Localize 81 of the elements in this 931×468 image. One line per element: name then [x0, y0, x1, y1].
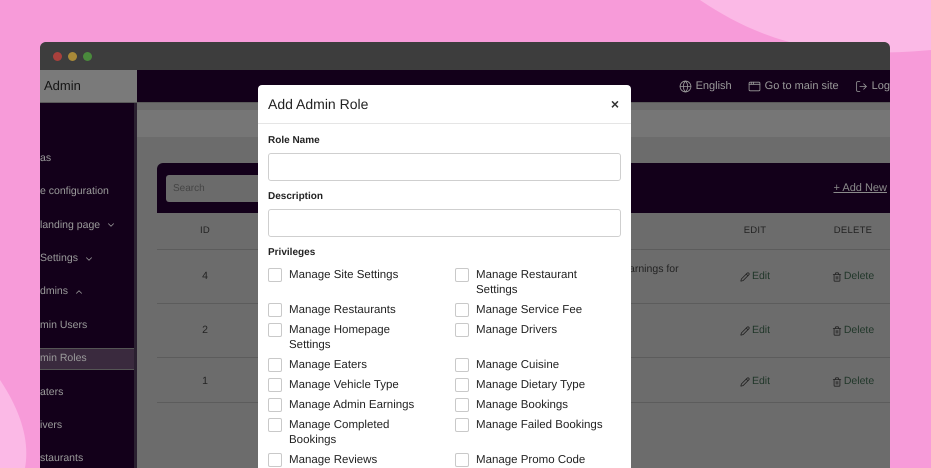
checkbox[interactable] — [455, 453, 469, 467]
checkbox[interactable] — [268, 453, 282, 467]
brand-name[interactable]: Admin — [44, 76, 81, 96]
sidebar-label: dmins — [40, 284, 68, 300]
sidebar-label: aters — [40, 384, 64, 400]
checkbox[interactable] — [455, 398, 469, 412]
checkbox[interactable] — [455, 268, 469, 282]
table-cell-text: 4 — [201, 268, 209, 284]
sidebar-item[interactable]: staurants — [40, 448, 134, 468]
privilege-checkbox[interactable]: Manage Drivers — [455, 323, 621, 353]
column-header: EDIT — [742, 224, 768, 238]
privilege-checkbox[interactable]: Manage Reviews — [268, 453, 455, 468]
checkbox[interactable] — [268, 398, 282, 412]
sidebar-item[interactable]: dmins — [40, 282, 134, 303]
input-field[interactable] — [268, 153, 621, 181]
checkbox[interactable] — [268, 323, 282, 337]
checkbox[interactable] — [268, 268, 282, 282]
privilege-checkbox[interactable]: Manage Restaurant Settings — [455, 268, 621, 298]
field-label: Role Name — [268, 134, 321, 148]
table-cell-text: 1 — [201, 374, 209, 389]
sidebar-item[interactable]: as — [40, 148, 134, 170]
sidebar-item[interactable]: aters — [40, 382, 134, 404]
logout-icon — [854, 80, 868, 92]
sidebar-label: min Roles — [40, 351, 87, 366]
checkbox[interactable] — [455, 323, 469, 337]
privilege-checkbox[interactable]: Manage Vehicle Type — [268, 378, 455, 393]
privilege-checkbox[interactable]: Manage Bookings — [455, 398, 621, 413]
trash-icon — [832, 376, 842, 387]
modal-title: Add Admin Role — [268, 94, 368, 114]
header-link[interactable]: English — [678, 78, 732, 94]
window-icon — [748, 80, 761, 92]
privilege-checkbox[interactable]: Manage Service Fee — [455, 303, 621, 318]
globe-icon — [678, 80, 692, 92]
sidebar-item[interactable]: Settings — [40, 248, 134, 270]
sidebar-item[interactable]: min Users — [40, 314, 134, 336]
checkbox[interactable] — [455, 303, 469, 317]
close-window-icon[interactable] — [53, 52, 62, 60]
maximize-window-icon[interactable] — [83, 52, 92, 60]
privilege-checkbox[interactable]: Manage Failed Bookings — [455, 418, 621, 448]
privilege-checkbox[interactable]: Manage Promo Code — [455, 453, 621, 468]
sidebar-label: min Users — [40, 318, 88, 333]
sidebar-item[interactable]: landing page — [40, 214, 134, 236]
privilege-checkbox[interactable]: Manage Restaurants — [268, 303, 455, 318]
checkbox[interactable] — [268, 418, 282, 432]
checkbox[interactable] — [455, 358, 469, 372]
checkbox[interactable] — [268, 303, 282, 317]
header-link[interactable]: Go to main site — [748, 78, 839, 94]
sidebar-item[interactable]: ivers — [40, 415, 134, 437]
add-new-link[interactable]: + Add New — [833, 180, 887, 196]
privilege-checkbox[interactable]: Manage Homepage Settings — [268, 323, 455, 353]
close-button[interactable]: × — [608, 94, 621, 114]
table-cell-text: 2 — [201, 322, 209, 338]
privileges-label: Privileges — [268, 246, 316, 260]
sidebar-item[interactable]: min Roles — [40, 348, 134, 370]
header-link[interactable]: Log — [854, 78, 890, 94]
checkbox[interactable] — [455, 418, 469, 432]
sidebar-label: landing page — [40, 218, 100, 233]
privilege-checkbox[interactable]: Manage Cuisine — [455, 358, 621, 373]
trash-icon — [832, 272, 842, 282]
sidebar-label: ivers — [40, 418, 62, 433]
pencil-icon — [740, 326, 750, 336]
sidebar-item[interactable]: e configuration — [40, 181, 134, 203]
column-header: ID — [199, 224, 211, 238]
input-field[interactable] — [268, 209, 621, 237]
sidebar-label: Settings — [40, 250, 78, 266]
checkbox[interactable] — [455, 378, 469, 392]
sidebar-label: staurants — [40, 451, 84, 466]
column-header: DELETE — [832, 224, 874, 238]
privilege-checkbox[interactable]: Manage Dietary Type — [455, 378, 621, 393]
sidebar-label: as — [40, 150, 52, 166]
privilege-checkbox[interactable]: Manage Site Settings — [268, 268, 455, 298]
pencil-icon — [740, 376, 750, 387]
minimize-window-icon[interactable] — [68, 52, 77, 60]
checkbox[interactable] — [268, 378, 282, 392]
trash-icon — [832, 326, 842, 336]
privilege-checkbox[interactable]: Manage Completed Bookings — [268, 418, 455, 448]
sidebar-label: e configuration — [40, 184, 109, 200]
privilege-checkbox[interactable]: Manage Eaters — [268, 358, 455, 373]
pencil-icon — [740, 272, 750, 282]
privilege-checkbox[interactable]: Manage Admin Earnings — [268, 398, 455, 413]
checkbox[interactable] — [268, 358, 282, 372]
